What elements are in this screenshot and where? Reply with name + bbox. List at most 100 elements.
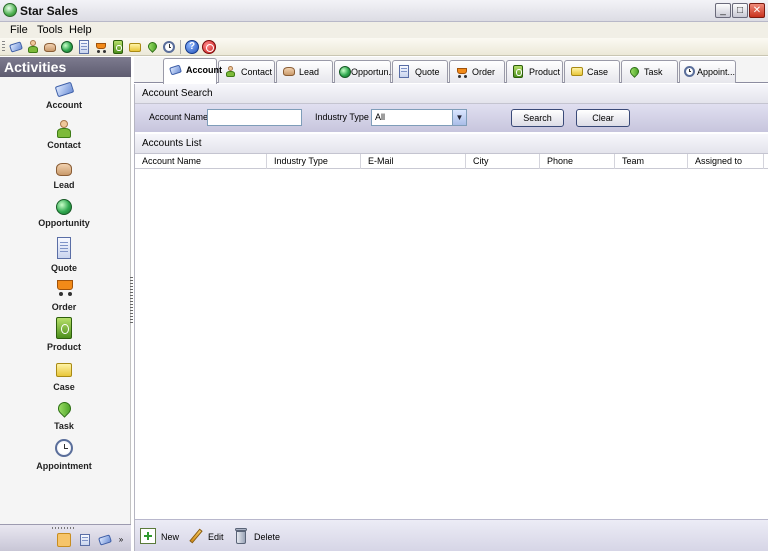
menu-bar: File Tools Help xyxy=(0,22,768,38)
app-icon xyxy=(3,3,17,17)
sidebar-item-quote[interactable]: Quote xyxy=(0,237,128,275)
window-title: Star Sales xyxy=(20,4,79,18)
action-bar: New Edit Delete xyxy=(135,519,768,551)
task-icon xyxy=(146,40,159,53)
tab-lead[interactable]: Lead xyxy=(276,60,333,83)
column-header-city[interactable]: City xyxy=(466,154,540,169)
sidebar-item-product[interactable]: Product xyxy=(0,317,128,355)
toolbar-quote-button[interactable] xyxy=(77,40,91,54)
sidebar-item-label: Quote xyxy=(51,263,77,273)
sidebar-item-lead[interactable]: Lead xyxy=(0,160,128,198)
maximize-button[interactable]: □ xyxy=(732,3,748,18)
toolbar-exit-button[interactable] xyxy=(202,40,216,54)
account-name-input[interactable] xyxy=(207,109,302,126)
toolbar-order-button[interactable] xyxy=(94,40,108,54)
edit-button[interactable]: Edit xyxy=(188,528,228,546)
toolbar-opportunity-button[interactable] xyxy=(60,40,74,54)
tab-label: Contact xyxy=(241,67,273,77)
order-icon xyxy=(55,278,73,296)
product-icon xyxy=(513,65,523,78)
panel-splitter[interactable] xyxy=(130,277,133,325)
tab-label: Case xyxy=(587,67,609,77)
sidebar-item-label: Contact xyxy=(47,140,81,150)
industry-type-value: All xyxy=(375,112,386,122)
tab-label: Product xyxy=(529,67,561,77)
sidebar-item-label: Opportunity xyxy=(38,218,90,228)
accounts-table-body[interactable] xyxy=(135,170,768,519)
menu-tools[interactable]: Tools xyxy=(37,24,63,36)
toolbar-product-button[interactable] xyxy=(111,40,125,54)
toolbar-separator xyxy=(180,40,181,54)
delete-button[interactable]: Delete xyxy=(233,528,283,546)
tab-task[interactable]: Task xyxy=(621,60,678,83)
tab-case[interactable]: Case xyxy=(564,60,620,83)
toolbar-account-button[interactable] xyxy=(9,40,23,54)
sidebar-item-task[interactable]: Task xyxy=(0,399,128,438)
new-label: New xyxy=(161,532,180,542)
tab-account[interactable]: Account xyxy=(163,58,222,84)
sidebar-item-appointment[interactable]: Appointment xyxy=(0,439,128,477)
case-icon xyxy=(571,67,583,76)
toolbar-help-button[interactable]: ? xyxy=(185,40,199,54)
toolbar-task-button[interactable] xyxy=(145,40,159,54)
panel-resize-grip[interactable] xyxy=(52,527,76,529)
panel-footer: » xyxy=(0,524,131,551)
sidebar-item-label: Appointment xyxy=(36,461,92,471)
minimize-button[interactable]: _ xyxy=(715,3,731,18)
column-header-phone[interactable]: Phone xyxy=(540,154,615,169)
module-tabs: Account Contact Lead Opportun... Quote O… xyxy=(134,57,768,84)
toolbar-case-button[interactable] xyxy=(128,40,142,54)
account-icon xyxy=(169,64,182,76)
help-icon: ? xyxy=(185,40,199,54)
toolbar-lead-button[interactable] xyxy=(43,40,57,54)
column-header-team[interactable]: Team xyxy=(615,154,688,169)
sidebar-item-label: Account xyxy=(46,100,82,110)
tab-label: Quote xyxy=(415,67,440,77)
small-icons-view-button[interactable] xyxy=(78,533,92,547)
tab-contact[interactable]: Contact xyxy=(218,60,275,83)
toolbar-grip[interactable] xyxy=(2,41,5,53)
sidebar-item-contact[interactable]: Contact xyxy=(0,120,128,158)
sidebar-item-opportunity[interactable]: Opportunity xyxy=(0,198,128,236)
quote-icon xyxy=(55,237,73,259)
order-icon xyxy=(94,40,108,54)
tab-quote[interactable]: Quote xyxy=(392,60,448,83)
sidebar-item-case[interactable]: Case xyxy=(0,362,128,400)
account-search-form: Account Name Industry Type All ▼ Search … xyxy=(135,104,768,132)
column-header-assigned-to[interactable]: Assigned to xyxy=(688,154,764,169)
toolbar-appointment-button[interactable] xyxy=(162,40,176,54)
menu-file[interactable]: File xyxy=(10,24,28,36)
toolbar-contact-button[interactable] xyxy=(26,40,40,54)
exit-icon xyxy=(202,40,216,54)
chevron-down-icon[interactable]: » xyxy=(117,533,125,547)
chevron-down-icon[interactable]: ▼ xyxy=(452,110,466,125)
column-header-account-name[interactable]: Account Name xyxy=(135,154,267,169)
new-button[interactable]: New xyxy=(140,528,186,546)
sidebar-item-order[interactable]: Order xyxy=(0,278,128,316)
close-button[interactable]: ✕ xyxy=(749,3,765,18)
contact-icon xyxy=(26,40,40,54)
lead-icon xyxy=(44,43,56,52)
appointment-icon xyxy=(55,439,73,457)
column-header-industry-type[interactable]: Industry Type xyxy=(267,154,361,169)
configure-panel-button[interactable] xyxy=(98,533,112,547)
sidebar-item-label: Order xyxy=(51,302,77,312)
search-button[interactable]: Search xyxy=(511,109,564,127)
tab-appointment[interactable]: Appoint... xyxy=(679,60,736,83)
tab-product[interactable]: Product xyxy=(506,60,563,83)
large-icons-view-button[interactable] xyxy=(57,533,71,547)
menu-help[interactable]: Help xyxy=(69,24,92,36)
tab-order[interactable]: Order xyxy=(449,60,505,83)
clear-button[interactable]: Clear xyxy=(576,109,630,127)
column-header-email[interactable]: E-Mail xyxy=(361,154,466,169)
sidebar-item-label: Lead xyxy=(53,180,75,190)
product-icon xyxy=(113,40,123,54)
account-search-header: Account Search xyxy=(135,84,768,104)
tab-opportunity[interactable]: Opportun... xyxy=(334,60,396,83)
sidebar-item-label: Task xyxy=(54,421,74,431)
sidebar-item-account[interactable]: Account xyxy=(0,80,128,118)
industry-type-select[interactable]: All ▼ xyxy=(371,109,467,126)
opportunity-icon xyxy=(55,198,73,216)
accounts-table-header: Account Name Industry Type E-Mail City P… xyxy=(135,154,768,169)
new-icon xyxy=(140,528,156,544)
